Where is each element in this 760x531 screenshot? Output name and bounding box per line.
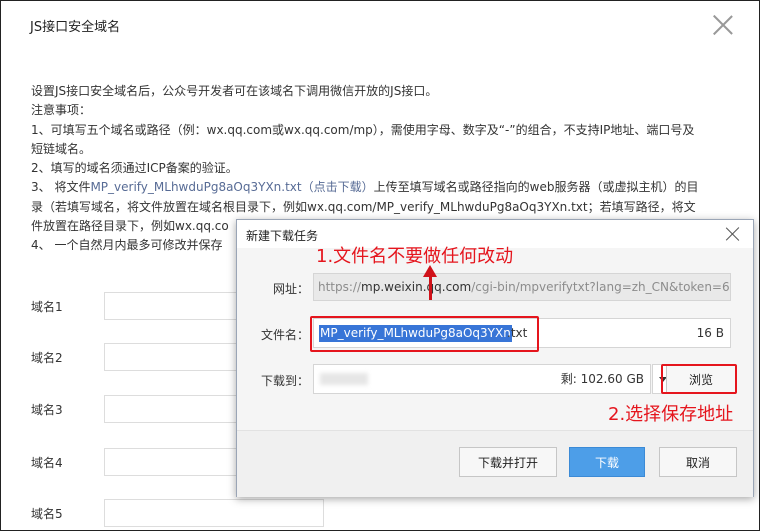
step3-line: 3、 将文件MP_verify_MLhwduPg8aOq3YXn.txt（点击下… [31, 178, 731, 197]
domain-label: 域名1 [31, 300, 63, 314]
domain-row-5: 域名5 [31, 499, 324, 527]
verify-file-download-link[interactable]: MP_verify_MLhwduPg8aOq3YXn.txt（点击下载） [90, 180, 373, 194]
filename-highlight-box [310, 316, 539, 352]
blurred-path [320, 373, 368, 385]
arrow-shaft [429, 272, 432, 300]
domain-row-3: 域名3 [31, 395, 324, 423]
annotation-filename-note: 1.文件名不要做任何改动 [316, 246, 514, 267]
download-dialog-title: 新建下载任务 [246, 229, 319, 243]
dialog-footer: 下载并打开 下载 取消 [237, 430, 753, 497]
file-size: 16 B [696, 326, 724, 340]
filename-label: 文件名： [261, 328, 310, 342]
step3-prefix: 3、 将文件 [31, 180, 91, 195]
url-label: 网址： [273, 282, 310, 296]
desc-line: 注意事项： [31, 103, 92, 118]
save-path-input[interactable]: 剩: 102.60 GB [313, 364, 651, 394]
browse-highlight-box [661, 364, 737, 394]
dialog-title: JS接口安全域名 [30, 20, 121, 35]
domain-row-4: 域名4 [31, 448, 324, 476]
domain-row-2: 域名2 [31, 343, 324, 371]
desc-line: 设置JS接口安全域名后，公众号开发者可在该域名下调用微信开放的JS接口。 [31, 84, 438, 98]
domain-label: 域名5 [31, 507, 63, 521]
domain-label: 域名4 [31, 456, 63, 470]
domain-label: 域名3 [31, 403, 63, 417]
url-rest: /cgi-bin/mpverifytxt?lang=zh_CN&token=67… [471, 280, 731, 294]
desc-line: 短链域名。 [31, 141, 92, 156]
desc-line: 录（若填写域名，将文件放置在域名根目录下，例如wx.qq.com/MP_veri… [31, 199, 696, 214]
url-field: https://mp.weixin.qq.com/cgi-bin/mpverif… [313, 273, 731, 301]
close-icon[interactable] [726, 227, 740, 241]
annotation-save-location-note: 2.选择保存地址 [608, 404, 734, 425]
download-to-label: 下载到： [261, 374, 310, 388]
download-button[interactable]: 下载 [569, 447, 645, 477]
cancel-button[interactable]: 取消 [659, 447, 737, 477]
step3-suffix: 上传至填写域名或路径指向的web服务器（或虚拟主机）的目 [373, 180, 699, 195]
download-and-open-button[interactable]: 下载并打开 [459, 447, 557, 477]
domain-label: 域名2 [31, 351, 63, 365]
domain-input-5[interactable] [104, 499, 324, 527]
domain-row-1: 域名1 [31, 292, 324, 320]
free-space: 剩: 102.60 GB [560, 372, 644, 386]
desc-line: 2、填写的域名须通过ICP备案的验证。 [31, 161, 238, 176]
url-domain: mp.weixin.qq.com [361, 280, 472, 294]
url-prefix: https:// [318, 280, 362, 294]
close-icon[interactable] [712, 14, 734, 36]
desc-line: 1、可填写五个域名或路径（例：wx.qq.com或wx.qq.com/mp），需… [31, 122, 695, 137]
